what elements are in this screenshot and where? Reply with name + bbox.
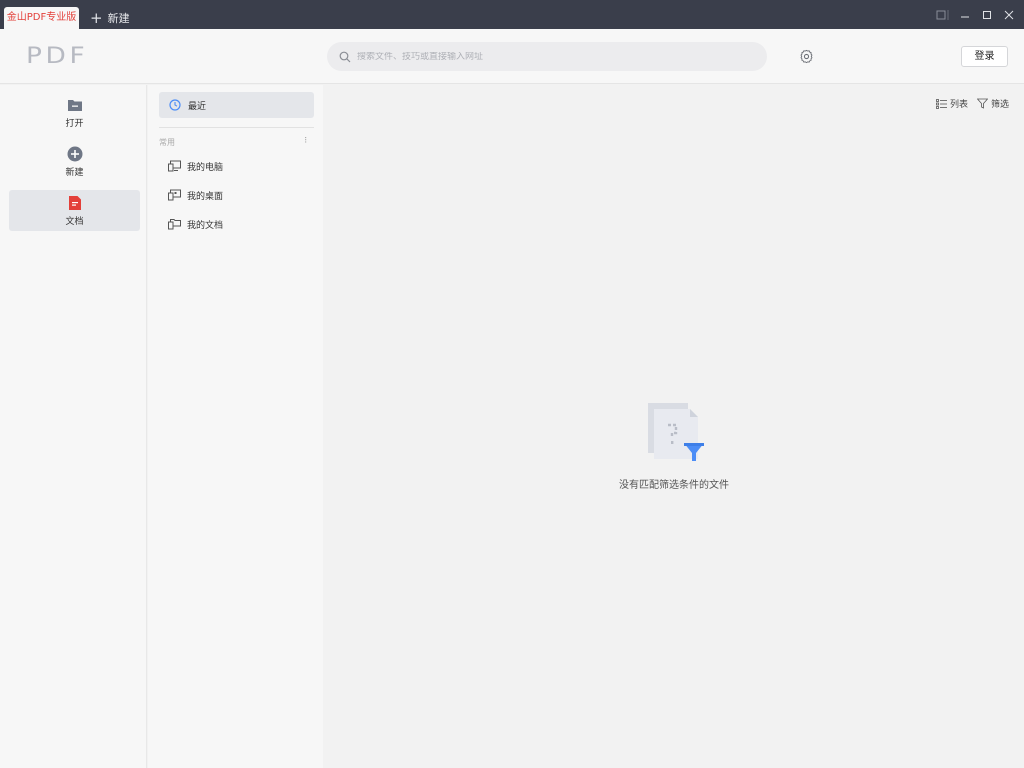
filter-button[interactable]: 筛选 [977, 97, 1009, 110]
search-icon [339, 51, 351, 63]
folder-docs-icon [168, 218, 181, 230]
window-controls [932, 6, 1020, 24]
nav-item-open-label: 打开 [65, 119, 84, 129]
nav-item-new[interactable]: 新建 [9, 141, 140, 182]
location-my-desktop[interactable]: 我的桌面 [168, 187, 223, 203]
device-icon [936, 10, 949, 20]
minimize-button[interactable] [954, 6, 976, 24]
gear-icon[interactable] [799, 49, 814, 64]
location-label: 我的电脑 [187, 162, 224, 173]
search-input[interactable] [357, 51, 737, 62]
main-content: 列表 筛选 没有匹配筛选条件的文件 [324, 85, 1024, 768]
divider [159, 127, 314, 128]
list-icon [936, 98, 947, 109]
location-label: 我的文档 [187, 220, 224, 231]
search-bar[interactable] [327, 42, 767, 71]
tab-kingsoft-pdf[interactable]: 金山PDF专业版 [4, 7, 79, 29]
list-view-label: 列表 [950, 100, 969, 110]
document-icon [68, 195, 82, 211]
recent-label: 最近 [188, 101, 207, 112]
location-panel: 最近 常用 ··· 我的电脑 我的桌面 我的文档 [148, 85, 323, 768]
empty-state-message: 没有匹配筛选条件的文件 [619, 480, 729, 491]
new-tab-label: 新建 [107, 12, 130, 25]
filter-label: 筛选 [991, 100, 1010, 110]
login-button[interactable]: 登录 [961, 46, 1008, 67]
location-label: 我的桌面 [187, 191, 224, 202]
new-tab-button[interactable]: + 新建 [90, 9, 130, 27]
list-view-button[interactable]: 列表 [936, 97, 968, 110]
section-title: 常用 [159, 138, 175, 147]
nav-item-documents[interactable]: 文档 [9, 190, 140, 231]
computer-icon [168, 160, 181, 172]
plus-icon: + [90, 9, 103, 27]
recent-item[interactable]: 最近 [159, 92, 314, 118]
maximize-button[interactable] [976, 6, 998, 24]
feedback-button[interactable] [932, 6, 954, 24]
close-icon [1004, 10, 1014, 20]
folder-icon [67, 97, 83, 113]
close-button[interactable] [998, 6, 1020, 24]
left-nav: 打开 新建 文档 [0, 85, 147, 768]
maximize-icon [983, 11, 991, 19]
location-my-documents[interactable]: 我的文档 [168, 216, 223, 232]
filter-icon [977, 98, 988, 109]
title-bar: 金山PDF专业版 + 新建 [0, 0, 1024, 29]
nav-item-new-label: 新建 [65, 168, 84, 178]
more-icon[interactable]: ··· [299, 136, 310, 143]
nav-item-open[interactable]: 打开 [9, 92, 140, 133]
nav-item-documents-label: 文档 [65, 217, 84, 227]
empty-state-illustration [648, 403, 704, 461]
clock-icon [169, 99, 181, 111]
plus-circle-icon [67, 146, 83, 162]
minimize-icon [961, 16, 969, 18]
location-my-computer[interactable]: 我的电脑 [168, 158, 223, 174]
app-header: PDF 登录 [0, 29, 1024, 84]
desktop-icon [168, 189, 181, 201]
pdf-logo: PDF [26, 44, 89, 69]
